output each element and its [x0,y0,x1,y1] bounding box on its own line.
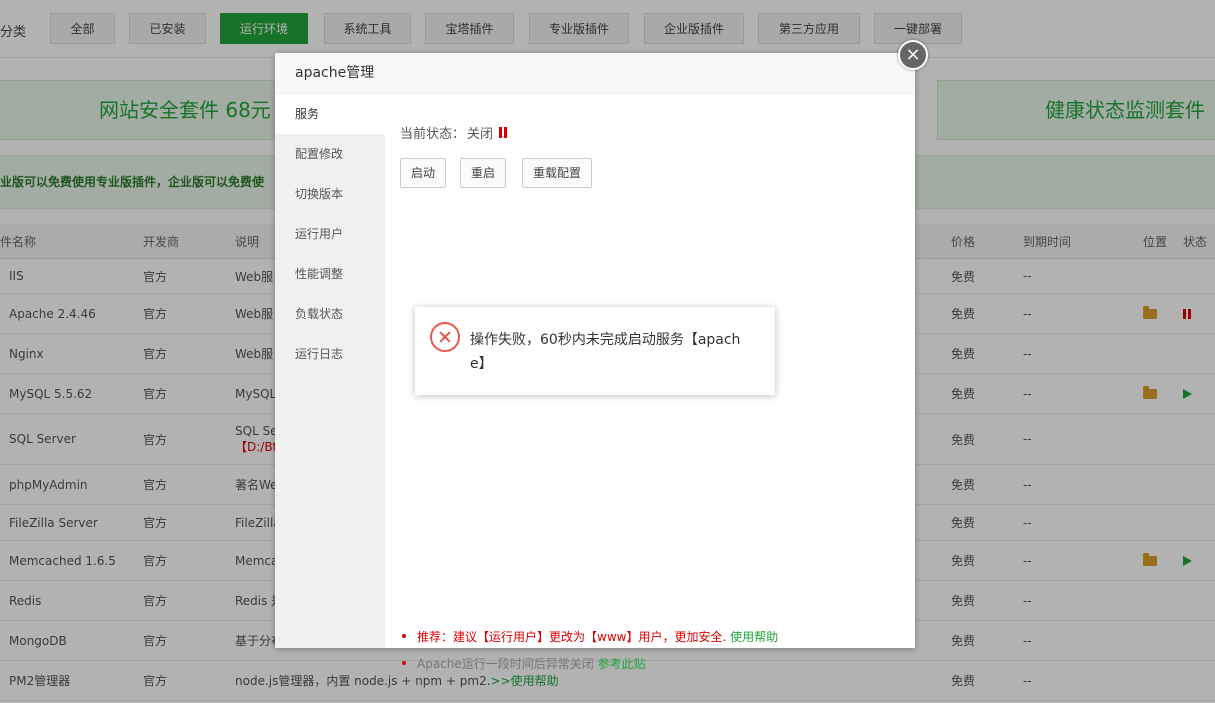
status-label: 当前状态： [400,127,466,142]
stopped-icon [499,127,508,138]
close-icon[interactable]: × [898,40,928,70]
menu-item-switch-version[interactable]: 切换版本 [275,174,385,214]
menu-item-performance[interactable]: 性能调整 [275,254,385,294]
help-link[interactable]: 使用帮助 [730,630,778,644]
menu-item-run-user[interactable]: 运行用户 [275,214,385,254]
tips-list: 推荐：建议【运行用户】更改为【www】用户，更加安全. 使用帮助 Apache运… [400,628,778,682]
menu-item-load-status[interactable]: 负载状态 [275,294,385,334]
tip-item: Apache运行一段时间后异常关闭 参考此贴 [400,655,778,672]
menu-item-service[interactable]: 服务 [275,94,385,134]
error-message-popup: 操作失败，60秒内未完成启动服务【apache】 [415,307,775,395]
menu-item-config[interactable]: 配置修改 [275,134,385,174]
tip-item: 推荐：建议【运行用户】更改为【www】用户，更加安全. 使用帮助 [400,628,778,645]
status-value: 关闭 [467,127,494,142]
start-button[interactable]: 启动 [400,158,447,188]
error-message-text: 操作失败，60秒内未完成启动服务【apache】 [470,332,741,372]
reference-link[interactable]: 参考此贴 [598,657,646,671]
dialog-title: apache管理 [275,53,915,94]
service-status: 当前状态： 关闭 [400,123,508,142]
restart-button[interactable]: 重启 [460,158,507,188]
error-icon [430,322,460,352]
tip-text: Apache运行一段时间后异常关闭 [417,657,598,671]
reload-config-button[interactable]: 重载配置 [522,158,593,188]
tip-text: 推荐：建议【运行用户】更改为【www】用户，更加安全. [417,630,731,644]
menu-item-run-log[interactable]: 运行日志 [275,334,385,374]
dialog-side-menu: 服务 配置修改 切换版本 运行用户 性能调整 负载状态 运行日志 [275,94,385,648]
